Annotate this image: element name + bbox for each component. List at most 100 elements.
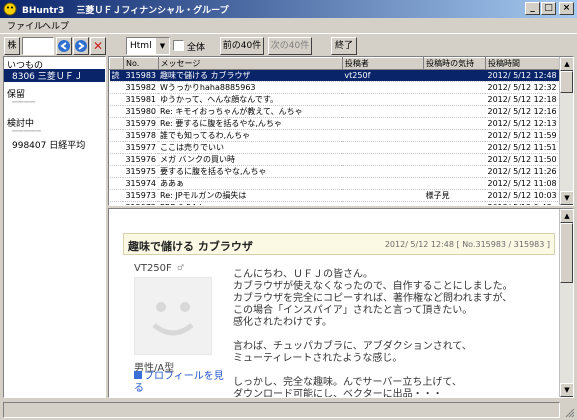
back-arrow-icon (58, 40, 70, 52)
cell-mood (423, 129, 486, 142)
cell-no: 315978 (123, 129, 159, 142)
message-meta: 2012/ 5/12 12:48 [ No.315983 / 315983 ] (384, 240, 550, 249)
row-marker (109, 165, 124, 178)
message-line: ミューティレートされたような感じ。 (233, 353, 403, 364)
row-marker (109, 105, 124, 118)
cell-no: 315977 (123, 141, 159, 154)
col-mood[interactable]: 投稿時の気持 (423, 57, 486, 70)
scroll-thumb[interactable] (560, 71, 573, 93)
cell-message: Re: JPモルガンの損失は (158, 189, 343, 202)
table-row[interactable]: 315979 Re: 要するに腹を括るやな,んちゃ 2012/ 5/12 12:13 (109, 117, 560, 130)
mode-select[interactable]: Html ▼ (126, 37, 170, 55)
table-row[interactable]: 315980 Re: キモイおっちゃんが教えて、んちゃ 2012/ 5/12 12:… (109, 105, 560, 118)
profile-icon (134, 371, 142, 379)
delete-x-icon: ✕ (92, 39, 104, 53)
row-marker (109, 129, 124, 142)
cell-author (342, 129, 424, 142)
cell-message: 趣味で儲ける カブラウザ (158, 69, 343, 82)
scroll-down-icon[interactable]: ▼ (560, 191, 573, 205)
cell-no: 315981 (123, 93, 159, 106)
cell-no: 315975 (123, 165, 159, 178)
tree-item-hidden-2[interactable]: ━━━━━ (12, 127, 42, 137)
cell-mood: 様子見 (423, 189, 486, 202)
table-row[interactable]: 315974 ああぁ 2012/ 5/12 11:08 (109, 177, 560, 190)
close-button[interactable]: × (559, 2, 574, 15)
cell-author (342, 81, 424, 94)
menu-file[interactable]: ファイル (7, 19, 43, 32)
cell-time: 2012/ 5/12 11:59 (485, 129, 560, 142)
col-marker (109, 57, 124, 70)
cell-author (342, 177, 424, 190)
cell-author (342, 165, 424, 178)
profile-link-text[interactable]: プロフィールを見る (134, 371, 224, 394)
cell-time: 2012/ 5/12 12:18 (485, 93, 560, 106)
scroll-down-icon[interactable]: ▼ (560, 383, 573, 397)
detail-scrollbar[interactable]: ▲ ▼ (559, 209, 573, 397)
table-row[interactable]: 読 315983 趣味で儲ける カブラウザ vt250f 2012/ 5/12 12:4… (109, 69, 560, 82)
forward-arrow-icon (75, 40, 87, 52)
row-marker (109, 201, 124, 205)
cell-time: 2012/ 5/12 12:48 (485, 69, 560, 82)
chevron-down-icon[interactable]: ▼ (156, 38, 169, 54)
cell-author (342, 141, 424, 154)
message-header: 趣味で儲ける カブラウザ 2012/ 5/12 12:48 [ No.31598… (123, 233, 555, 255)
table-row[interactable]: 315975 要するに腹を括るやな,んちゃ 2012/ 5/12 11:26 (109, 165, 560, 178)
scroll-thumb[interactable] (560, 223, 573, 283)
cell-author (342, 153, 424, 166)
scroll-up-icon[interactable]: ▲ (560, 209, 573, 223)
title-bar: BHuntr3 三菱ＵＦＪフィナンシャル・グループ _ □ × (0, 0, 577, 18)
toolbar: 株 ✕ Html ▼ 全体 前の40件 次の40件 終了 (0, 33, 577, 55)
row-marker (109, 141, 124, 154)
cell-message: メガ バンクの買い時 (158, 153, 343, 166)
cell-no: 315973 (123, 189, 159, 202)
cell-mood (423, 117, 486, 130)
tree-item-8306[interactable]: 8306 三菱ＵＦＪ (4, 69, 105, 82)
sidebar-tree: いつもの 8306 三菱ＵＦＪ 保留 ━━━━ 検討中 ━━━━━ 998407… (3, 56, 106, 398)
back-button[interactable] (56, 37, 72, 55)
next40-button[interactable]: 次の40件 (268, 37, 312, 55)
col-time[interactable]: 投稿時間 (484, 57, 561, 70)
cell-mood (423, 141, 486, 154)
col-author[interactable]: 投稿者 (341, 57, 425, 70)
cell-time: 2012/ 5/12 11:08 (485, 177, 560, 190)
table-row[interactable]: 315981 ゆうかって、へんな顔なんです。 2012/ 5/12 12:18 (109, 93, 560, 106)
table-row[interactable]: 315973 Re: JPモルガンの損失は 様子見 2012/ 5/12 10:03 (109, 189, 560, 202)
cell-time: 2012/ 5/12 11:51 (485, 141, 560, 154)
menu-help[interactable]: ヘルプ (42, 19, 69, 32)
avatar-icon (134, 277, 212, 355)
col-no[interactable]: No. (122, 57, 159, 70)
resize-grip-icon[interactable] (563, 406, 575, 418)
table-row[interactable]: 315972PBR 0.54 ! 2012/ 5/12 9:48 (109, 201, 560, 205)
cell-mood (423, 93, 486, 106)
delete-button[interactable]: ✕ (90, 37, 106, 55)
tree-item-998407[interactable]: 998407 日経平均 (12, 138, 85, 151)
exit-button[interactable]: 終了 (331, 37, 357, 55)
cell-message: Re: 要するに腹を括るやな,んちゃ (158, 117, 343, 130)
cell-no: 315983 (123, 69, 159, 82)
table-row[interactable]: 315982 Wうっかりhaha8885963 2012/ 5/12 12:32 (109, 81, 560, 94)
col-message[interactable]: メッセージ (157, 57, 343, 70)
ticker-input[interactable] (22, 37, 54, 55)
all-checkbox[interactable] (173, 40, 184, 51)
table-header-row: No. メッセージ 投稿者 投稿時の気持 投稿時間 (109, 57, 561, 70)
scroll-up-icon[interactable]: ▲ (560, 57, 573, 71)
stock-icon-button[interactable]: 株 (4, 37, 20, 55)
cell-author (342, 93, 424, 106)
message-list: No. メッセージ 投稿者 投稿時の気持 投稿時間 読 315983 趣味で儲ける … (108, 56, 574, 206)
author-name[interactable]: VT250F (134, 263, 172, 274)
list-scrollbar[interactable]: ▲ ▼ (559, 57, 573, 205)
maximize-button[interactable]: □ (541, 2, 556, 15)
table-row[interactable]: 315978 誰でも知ってるわ,んちゃ 2012/ 5/12 11:59 (109, 129, 560, 142)
cell-message: 要するに腹を括るやな,んちゃ (158, 165, 343, 178)
cell-message: Wうっかりhaha8885963 (158, 81, 343, 94)
row-marker (109, 93, 124, 106)
profile-link[interactable]: プロフィールを見る (134, 371, 224, 395)
minimize-button[interactable]: _ (525, 2, 540, 15)
tree-item-hidden-1[interactable]: ━━━━ (12, 98, 36, 108)
forward-button[interactable] (73, 37, 89, 55)
cell-no: 315974 (123, 177, 159, 190)
table-row[interactable]: 315976 メガ バンクの買い時 2012/ 5/12 11:50 (109, 153, 560, 166)
table-row[interactable]: 315977 ここは売りでいい 2012/ 5/12 11:51 (109, 141, 560, 154)
message-title: 趣味で儲ける カブラウザ (128, 240, 253, 253)
prev40-button[interactable]: 前の40件 (220, 37, 264, 55)
